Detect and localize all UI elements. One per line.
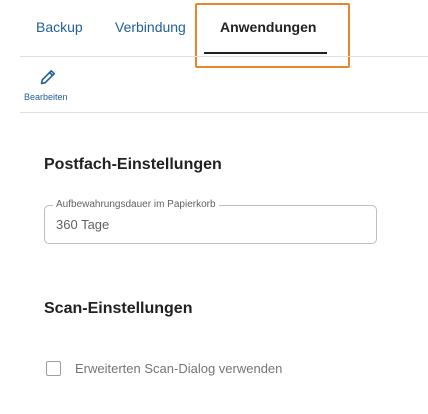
tab-backup[interactable]: Backup bbox=[36, 18, 83, 36]
retention-field-label: Aufbewahrungsdauer im Papierkorb bbox=[53, 199, 219, 211]
pencil-icon bbox=[38, 67, 58, 87]
toolbar-divider bbox=[20, 112, 428, 113]
extended-scan-dialog-label: Erweiterten Scan-Dialog verwenden bbox=[75, 361, 283, 376]
extended-scan-dialog-checkbox[interactable] bbox=[46, 361, 61, 376]
tab-verbindung[interactable]: Verbindung bbox=[115, 18, 186, 36]
scan-section-title: Scan-Einstellungen bbox=[44, 300, 193, 317]
postfach-section-title: Postfach-Einstellungen bbox=[44, 156, 222, 173]
retention-field[interactable]: Aufbewahrungsdauer im Papierkorb 360 Tag… bbox=[44, 199, 377, 244]
edit-button[interactable]: Bearbeiten bbox=[22, 65, 78, 105]
tab-anwendungen[interactable]: Anwendungen bbox=[220, 18, 316, 36]
edit-button-label: Bearbeiten bbox=[24, 92, 68, 102]
tab-bar: Backup Verbindung Anwendungen bbox=[0, 0, 428, 68]
retention-field-value: 360 Tage bbox=[56, 217, 110, 232]
tabs-divider bbox=[20, 56, 428, 57]
active-tab-indicator bbox=[204, 52, 327, 54]
